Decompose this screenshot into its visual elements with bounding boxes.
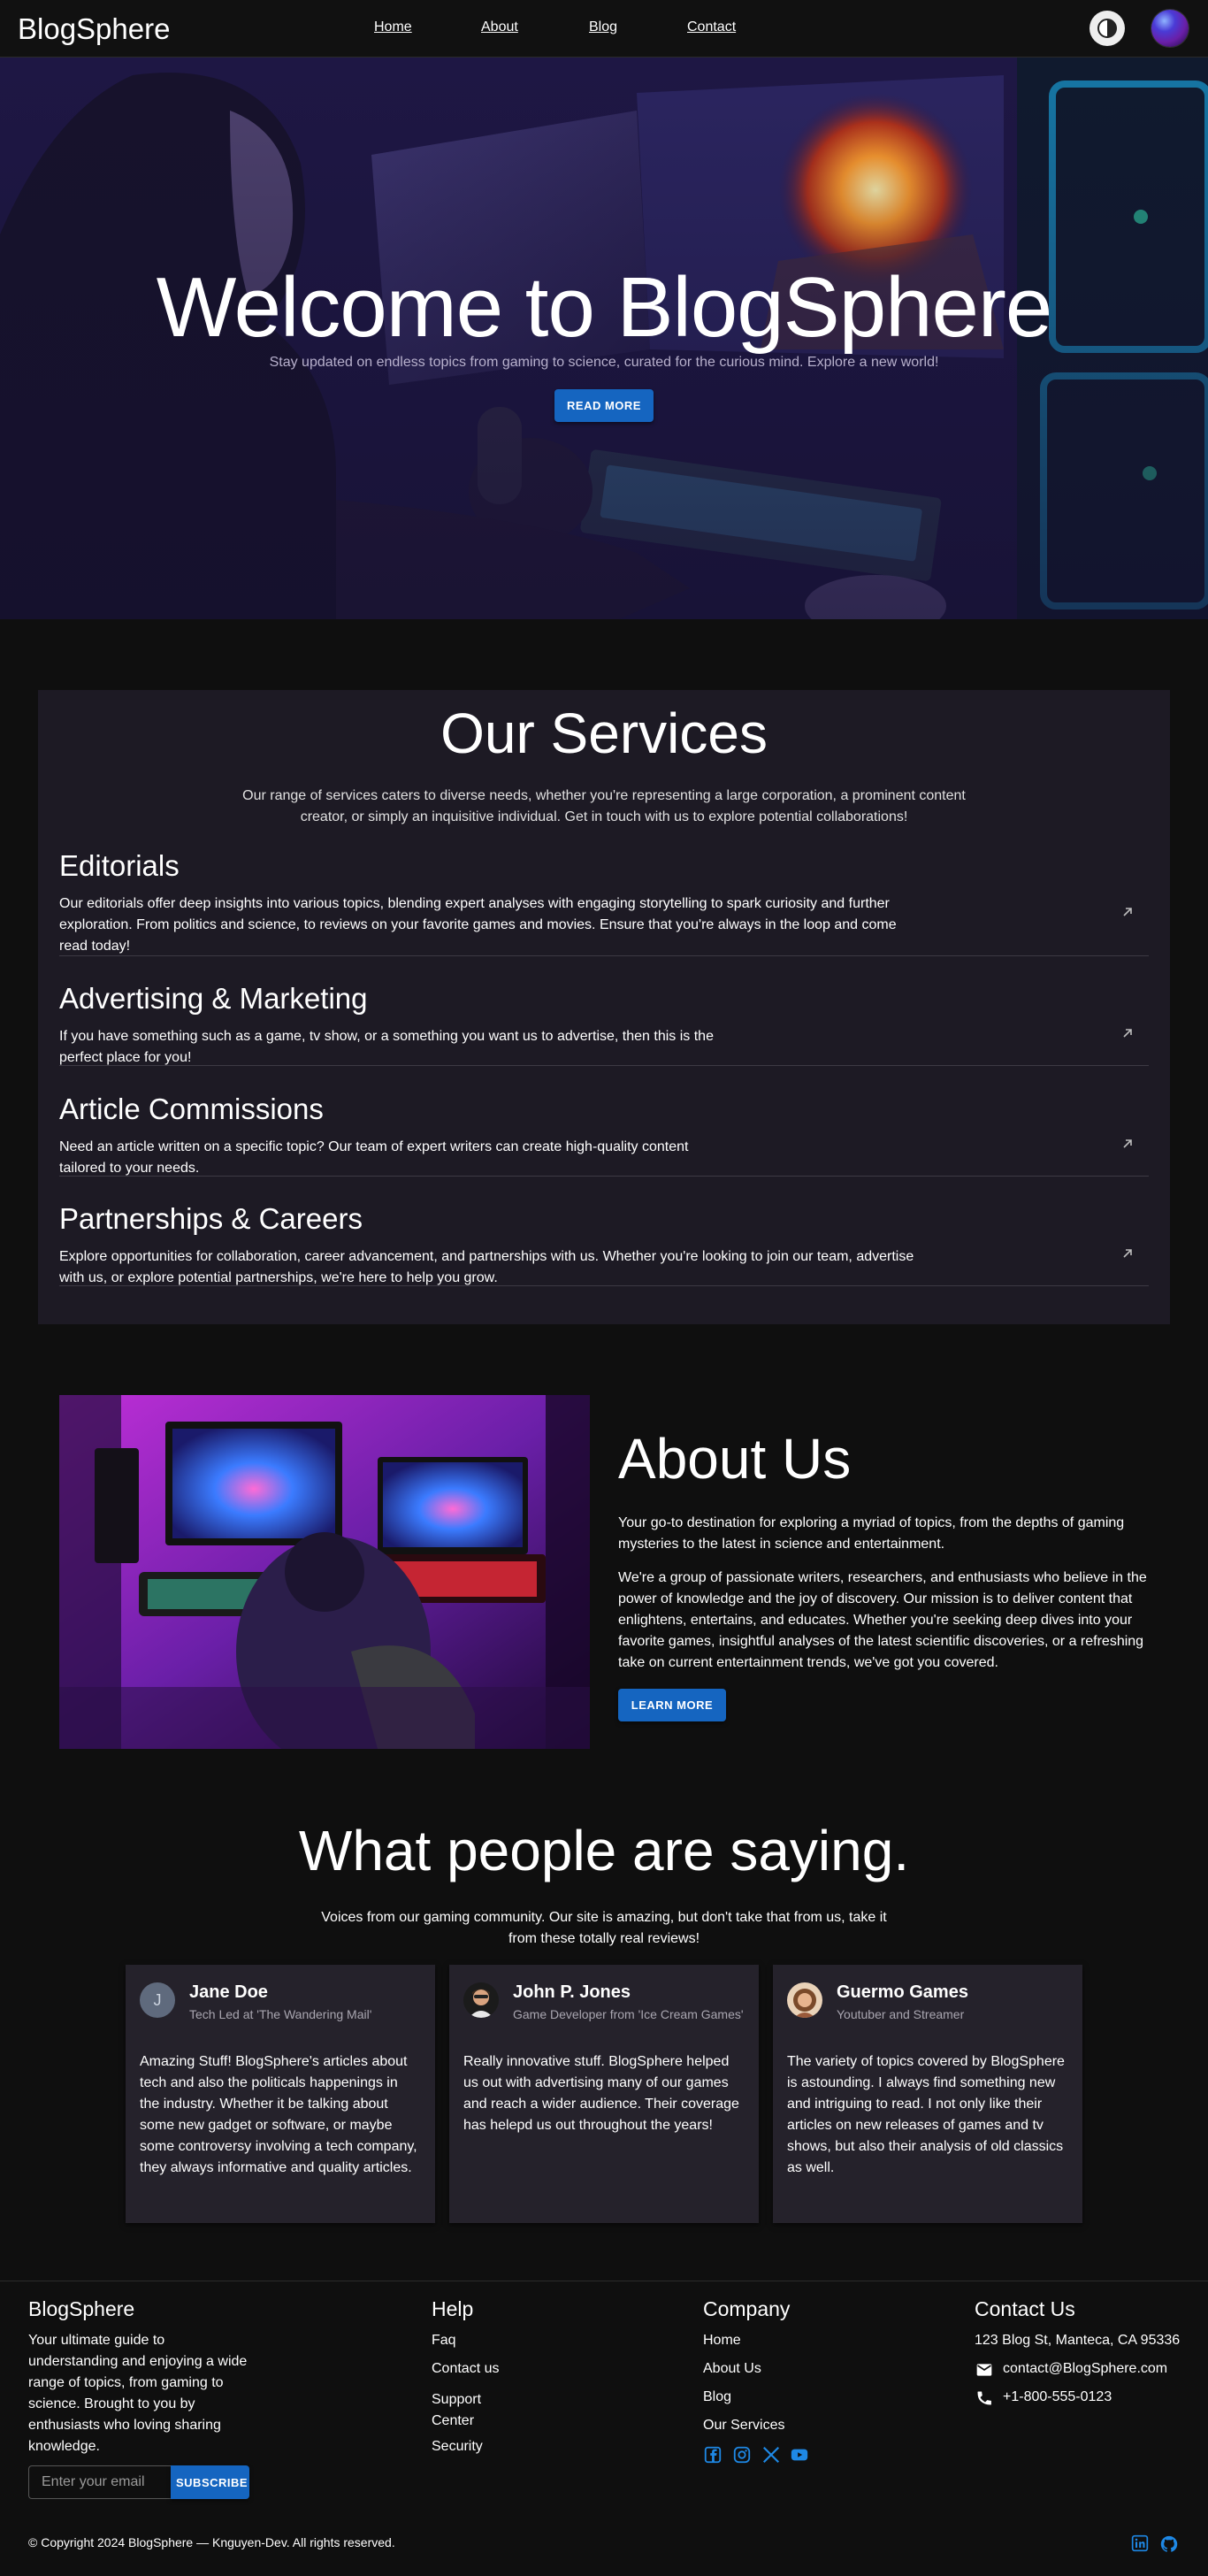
testimonial-card: Guermo Games Youtuber and Streamer The v… <box>773 1965 1082 2223</box>
services-section: Our Services Our range of services cater… <box>38 690 1170 1324</box>
about-paragraph: We're a group of passionate writers, res… <box>618 1570 1147 1670</box>
avatar: J <box>140 1982 175 2018</box>
arrow-outward-icon[interactable] <box>1120 1137 1135 1151</box>
about-title: About Us <box>618 1427 852 1491</box>
avatar-portrait-image <box>463 1982 499 2018</box>
service-title: Article Commissions <box>59 1092 324 1125</box>
footer-tagline: Your ultimate guide to understanding and… <box>28 2333 248 2454</box>
footer-link-about-us[interactable]: About Us <box>703 2361 761 2377</box>
review-text: The variety of topics covered by BlogSph… <box>787 2054 1065 2175</box>
services-title: Our Services <box>440 702 768 765</box>
reviewer-role: Youtuber and Streamer <box>837 2007 965 2021</box>
hero-subtitle: Stay updated on endless topics from gami… <box>269 355 939 370</box>
service-description: Need an article written on a specific to… <box>59 1139 689 1176</box>
footer-help-title: Help <box>432 2297 474 2320</box>
arrow-outward-icon[interactable] <box>1120 905 1135 919</box>
review-text: Really innovative stuff. BlogSphere help… <box>463 2054 739 2133</box>
contact-email-link[interactable]: contact@BlogSphere.com <box>1003 2361 1167 2377</box>
footer-company-title: Company <box>703 2297 791 2320</box>
instagram-icon[interactable] <box>732 2445 752 2465</box>
youtube-icon[interactable] <box>790 2445 809 2465</box>
avatar-portrait-image <box>787 1982 822 2018</box>
arrow-outward-icon[interactable] <box>1120 1026 1135 1040</box>
footer-link-security[interactable]: Security <box>432 2439 483 2455</box>
contrast-icon <box>1097 19 1117 38</box>
hero-title: Welcome to BlogSphere <box>156 260 1052 355</box>
footer-link-blog[interactable]: Blog <box>703 2389 731 2405</box>
learn-more-button[interactable]: LEARN MORE <box>618 1689 726 1721</box>
testimonial-card: J Jane Doe Tech Led at 'The Wandering Ma… <box>126 1965 435 2223</box>
hero-banner: Welcome to BlogSphere Stay updated on en… <box>0 58 1208 619</box>
github-icon[interactable] <box>1159 2534 1179 2554</box>
services-intro: Our range of services caters to diverse … <box>242 788 966 824</box>
gaming-setup-illustration <box>59 1395 590 1749</box>
mail-icon <box>976 2364 992 2376</box>
testimonials-subtitle: Voices from our gaming community. Our si… <box>321 1910 887 1946</box>
footer-contact-title: Contact Us <box>975 2297 1075 2320</box>
footer-link-home[interactable]: Home <box>703 2333 741 2349</box>
about-image <box>59 1395 590 1749</box>
contact-address: 123 Blog St, Manteca, CA 95336 <box>975 2333 1181 2348</box>
footer-brand: BlogSphere <box>28 2297 135 2320</box>
avatar <box>463 1982 499 2018</box>
theme-toggle-button[interactable] <box>1089 11 1125 46</box>
about-paragraph: Your go-to destination for exploring a m… <box>618 1515 1125 1552</box>
reviewer-name: Jane Doe <box>189 1982 268 2002</box>
facebook-icon[interactable] <box>703 2445 723 2465</box>
service-item-advertising[interactable]: Advertising & Marketing If you have some… <box>59 982 1149 1066</box>
testimonials-title: What people are saying. <box>298 1819 910 1882</box>
user-avatar[interactable] <box>1151 10 1189 47</box>
service-title: Advertising & Marketing <box>59 982 368 1015</box>
linkedin-icon[interactable] <box>1131 2534 1149 2552</box>
footer-link-contact-us[interactable]: Contact us <box>432 2361 499 2377</box>
contact-phone-link[interactable]: +1-800-555-0123 <box>1003 2389 1112 2405</box>
nav-link-blog[interactable]: Blog <box>589 19 617 35</box>
reviewer-name: Guermo Games <box>837 1982 968 2002</box>
avatar <box>787 1982 822 2018</box>
reviewer-name: John P. Jones <box>513 1982 631 2002</box>
service-description: If you have something such as a game, tv… <box>59 1029 714 1065</box>
testimonial-card: John P. Jones Game Developer from 'Ice C… <box>449 1965 759 2223</box>
read-more-button[interactable]: READ MORE <box>554 389 654 422</box>
arrow-outward-icon[interactable] <box>1120 1246 1135 1261</box>
review-text: Amazing Stuff! BlogSphere's articles abo… <box>140 2054 417 2175</box>
service-item-commissions[interactable]: Article Commissions Need an article writ… <box>59 1092 1149 1177</box>
nav-link-about[interactable]: About <box>481 19 518 35</box>
service-description: Our editorials offer deep insights into … <box>59 896 897 954</box>
footer-link-faq[interactable]: Faq <box>432 2333 456 2349</box>
footer-link-our-services[interactable]: Our Services <box>703 2418 784 2434</box>
reviewer-role: Game Developer from 'Ice Cream Games' <box>513 2007 744 2021</box>
phone-icon <box>977 2391 991 2405</box>
nav-link-home[interactable]: Home <box>374 19 412 35</box>
service-title: Partnerships & Careers <box>59 1202 363 1235</box>
nav-link-contact[interactable]: Contact <box>687 19 736 35</box>
email-input[interactable] <box>28 2465 171 2499</box>
copyright-text: © Copyright 2024 BlogSphere — Knguyen-De… <box>28 2535 395 2549</box>
service-item-partnerships[interactable]: Partnerships & Careers Explore opportuni… <box>59 1202 1149 1286</box>
service-description: Explore opportunities for collaboration,… <box>59 1249 914 1285</box>
x-twitter-icon[interactable] <box>761 2445 781 2465</box>
navbar: BlogSphere Home About Blog Contact <box>0 0 1208 58</box>
nav-links: Home About Blog Contact <box>0 19 1208 37</box>
service-item-editorials[interactable]: Editorials Our editorials offer deep ins… <box>59 849 1149 956</box>
service-title: Editorials <box>59 849 180 882</box>
reviewer-role: Tech Led at 'The Wandering Mail' <box>189 2007 372 2021</box>
footer-link-support-center[interactable]: Support Center <box>432 2389 502 2432</box>
subscribe-button[interactable]: SUBSCRIBE <box>171 2465 249 2499</box>
